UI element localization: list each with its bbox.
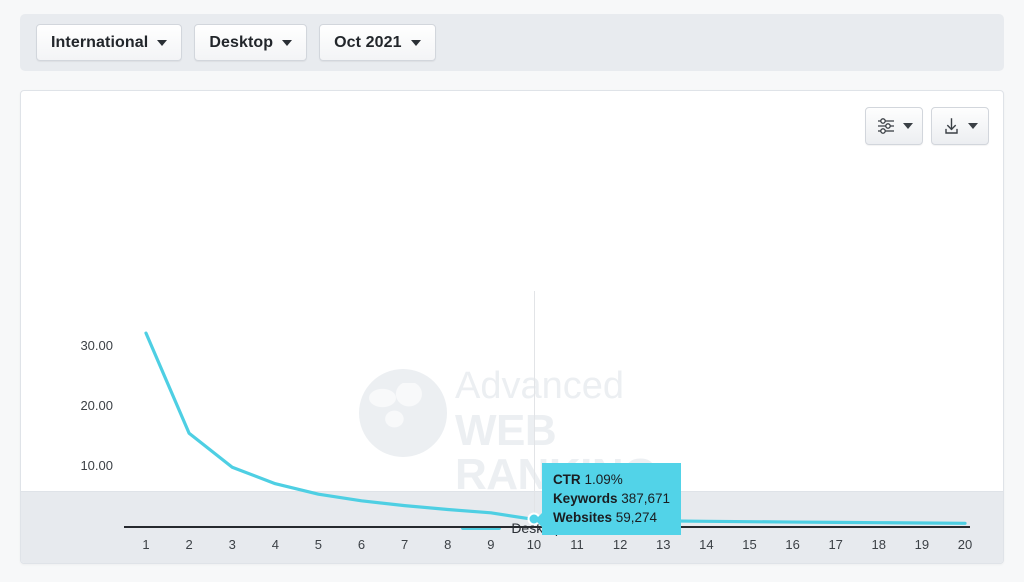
x-axis-tick-label: 20	[957, 537, 973, 552]
x-axis-tick-label: 13	[656, 537, 671, 552]
tooltip-row-keywords: Keywords 387,671	[553, 489, 670, 508]
tooltip-label-keywords: Keywords	[552, 491, 618, 507]
download-button[interactable]	[931, 107, 989, 145]
x-axis-tick-label: 1	[142, 537, 150, 552]
tooltip-value-keywords: 387,671	[621, 491, 671, 507]
x-axis-tick-label: 16	[785, 537, 800, 552]
x-axis-tick-label: 7	[401, 537, 409, 552]
filter-label-market: International	[51, 33, 149, 51]
download-icon	[942, 117, 961, 136]
x-axis-tick-label: 5	[314, 537, 323, 552]
x-axis-tick-label: 11	[570, 537, 584, 552]
chevron-down-icon	[410, 39, 421, 46]
x-axis-tick-label: 4	[271, 537, 279, 552]
x-axis-tick-label: 8	[444, 537, 452, 552]
filter-button-date[interactable]: Oct 2021	[319, 24, 436, 61]
filter-button-device[interactable]: Desktop	[194, 24, 308, 61]
tooltip-value-websites: 59,274	[615, 510, 658, 526]
tooltip-row-websites: Websites 59,274	[553, 508, 670, 527]
tooltip-label-ctr: CTR	[552, 472, 581, 488]
tooltip-row-ctr: CTR 1.09%	[553, 470, 670, 489]
x-axis-tick-label: 12	[612, 537, 628, 552]
series-desktop	[144, 331, 967, 525]
sliders-icon	[876, 117, 896, 135]
x-axis-tick-label: 6	[357, 537, 366, 552]
filter-toolbar: International Desktop Oct 2021	[20, 14, 1004, 71]
chevron-down-icon	[157, 39, 168, 46]
chevron-down-icon	[282, 39, 293, 46]
filter-button-market[interactable]: International	[36, 24, 183, 61]
chevron-down-icon	[902, 123, 913, 129]
x-axis-tick-label: 17	[828, 537, 843, 552]
x-axis-tick-label: 3	[228, 537, 236, 552]
settings-button[interactable]	[865, 107, 923, 145]
x-axis-tick-label: 10	[526, 537, 542, 552]
filter-label-device: Desktop	[209, 33, 274, 51]
tooltip-arrow	[534, 513, 542, 528]
chart-card: Advanced WEB RANKING 10.0020.0030.00 123…	[20, 90, 1004, 564]
x-axis-tick-label: 19	[914, 537, 930, 552]
x-axis-tick-label: 15	[742, 537, 757, 552]
x-axis-labels: 1 2 3 4 5 6 7 8 9 10 11 12 13 14 15 16 17 18 19 20	[124, 537, 973, 561]
data-tooltip: CTR 1.09% Keywords 387,671 Websites 59,2…	[534, 463, 682, 536]
filter-label-date: Oct 2021	[334, 33, 402, 51]
chevron-down-icon	[968, 123, 978, 129]
tooltip-value-ctr: 1.09%	[584, 472, 623, 488]
chart-toolbar	[865, 107, 989, 145]
x-axis-tick-label: 18	[871, 537, 887, 552]
x-axis-tick-label: 14	[699, 537, 714, 552]
x-axis-tick-label: 2	[185, 537, 193, 552]
tooltip-label-websites: Websites	[552, 510, 612, 526]
x-axis-tick-label: 9	[487, 537, 495, 552]
